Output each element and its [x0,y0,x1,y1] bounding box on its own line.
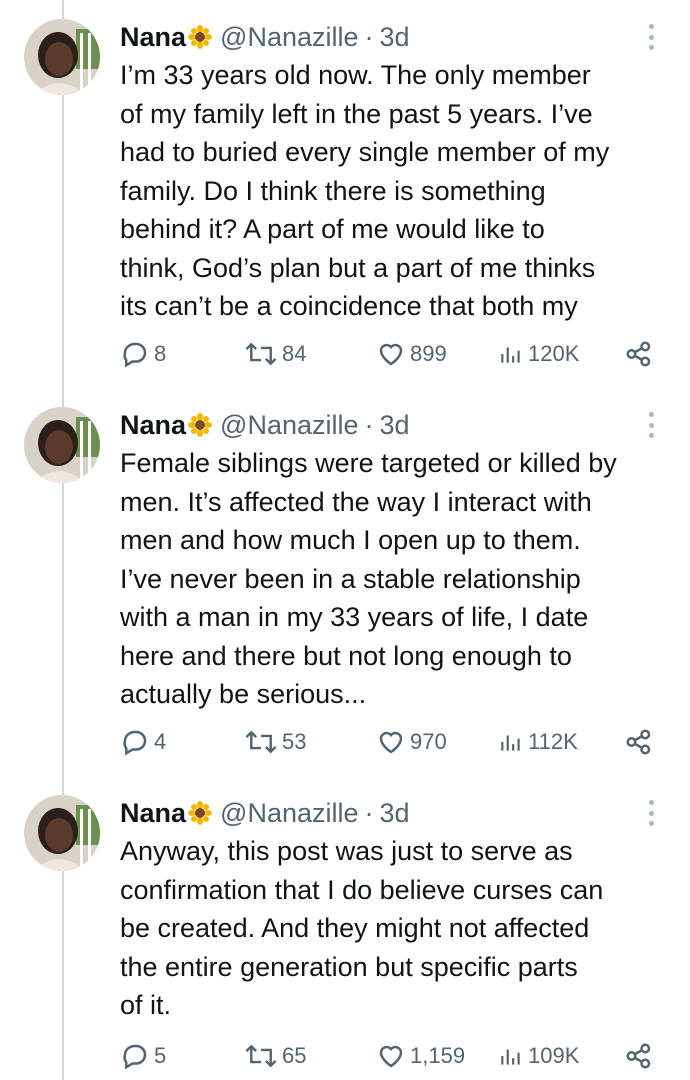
share-button[interactable] [624,336,658,372]
views-icon [501,347,520,363]
tweet-text-line: I’m 33 years old now. The only member [120,60,591,90]
display-name[interactable]: Nana [120,410,186,441]
timestamp[interactable]: 3d [380,798,410,829]
action-bar: 4 53 970 112K [0,724,690,760]
tweet-text-line: here and there but not long enough to [120,640,572,671]
tweet-text-line: family. Do I think there is something [120,175,546,206]
action-bar: 5 65 1,159 109K [0,1038,690,1074]
retweet-count: 84 [282,341,307,366]
sunflower-icon [188,25,213,49]
like-icon [379,1045,403,1068]
tweet-text-line: Female siblings were targeted or killed … [120,448,617,478]
retweet-icon [245,730,277,754]
more-icon[interactable] [644,412,658,438]
like-button[interactable]: 899 [376,336,447,372]
tweet-text-line: think, God’s plan but a part of me think… [120,252,596,283]
tweet-text-line: be created. And they might not affected [120,913,590,943]
share-icon [626,729,651,755]
share-button[interactable] [624,724,658,760]
like-button[interactable]: 970 [376,724,447,760]
views-count: 109K [528,1043,580,1068]
share-icon [626,1043,651,1069]
reply-button[interactable]: 8 [120,336,166,372]
share-button[interactable] [624,1038,658,1074]
tweet-text: I’m 33 years old now. The only member of… [120,56,680,326]
tweet-text-line: had to buried every single member of my [120,137,610,167]
like-button[interactable]: 1,159 [376,1038,465,1074]
user-handle[interactable]: @Nanazille [220,410,358,441]
tweet-text-line: actually be serious... [120,679,367,709]
sunflower-icon [188,801,213,825]
more-icon[interactable] [644,800,658,826]
views-count: 112K [528,729,578,754]
views-icon [501,1049,520,1065]
display-name[interactable]: Nana [120,798,186,829]
avatar[interactable] [24,407,100,483]
tweet-text: Female siblings were targeted or killed … [120,444,680,714]
reply-count: 8 [154,341,167,366]
views-button[interactable]: 120K [498,336,579,372]
thread-connector-line [62,0,64,1080]
retweet-button[interactable]: 65 [244,1038,306,1074]
separator: · [364,409,374,440]
views-button[interactable]: 109K [498,1038,579,1074]
like-count: 899 [410,341,447,366]
display-name[interactable]: Nana [120,22,186,53]
timestamp[interactable]: 3d [380,410,410,441]
timestamp[interactable]: 3d [380,22,410,53]
views-icon [501,735,520,751]
tweet-text: Anyway, this post was just to serve as c… [120,832,680,1025]
retweet-icon [245,1044,277,1068]
avatar[interactable] [24,795,100,871]
reply-button[interactable]: 5 [120,1038,166,1074]
tweet-header: Nana @Nanazille · 3d [120,18,410,56]
tweet-header: Nana @Nanazille · 3d [120,794,410,832]
views-count: 120K [528,341,580,366]
reply-icon [123,1044,147,1070]
tweet-text-line: its can’t be a coincidence that both my [120,291,578,321]
tweet-text-line: the entire generation but specific parts [120,951,578,982]
tweet-text-line: I’ve never been in a stable relationship [120,563,581,594]
views-button[interactable]: 112K [498,724,578,760]
sunflower-icon [188,413,213,437]
separator: · [364,21,374,52]
more-icon[interactable] [644,24,658,50]
retweet-icon [245,342,277,366]
reply-count: 4 [154,729,167,754]
tweet-header: Nana @Nanazille · 3d [120,406,410,444]
user-handle[interactable]: @Nanazille [220,22,358,53]
retweet-count: 65 [282,1043,307,1068]
like-icon [379,731,403,754]
like-icon [379,343,403,366]
like-count: 970 [410,729,447,754]
tweet-text-line: behind it? A part of me would like to [120,214,545,244]
tweet-text-line: men and how much I open up to them. [120,525,581,555]
separator: · [364,797,374,828]
tweet-text-line: men. It’s affected the way I interact wi… [120,486,592,517]
retweet-button[interactable]: 84 [244,336,306,372]
user-handle[interactable]: @Nanazille [220,798,358,829]
tweet-text-line: Anyway, this post was just to serve as [120,836,573,866]
reply-icon [123,730,147,756]
action-bar: 8 84 899 120K [0,336,690,372]
retweet-button[interactable]: 53 [244,724,306,760]
tweet-text-line: of it. [120,990,172,1020]
reply-icon [123,342,147,368]
tweet-text-line: with a man in my 33 years of life, I dat… [120,602,589,632]
retweet-count: 53 [282,729,307,754]
reply-count: 5 [154,1043,167,1068]
tweet-text-line: confirmation that I do believe curses ca… [120,874,604,905]
avatar[interactable] [24,19,100,95]
reply-button[interactable]: 4 [120,724,166,760]
share-icon [626,341,651,367]
tweet-text-line: of my family left in the past 5 years. I… [120,98,593,129]
like-count: 1,159 [410,1043,466,1068]
